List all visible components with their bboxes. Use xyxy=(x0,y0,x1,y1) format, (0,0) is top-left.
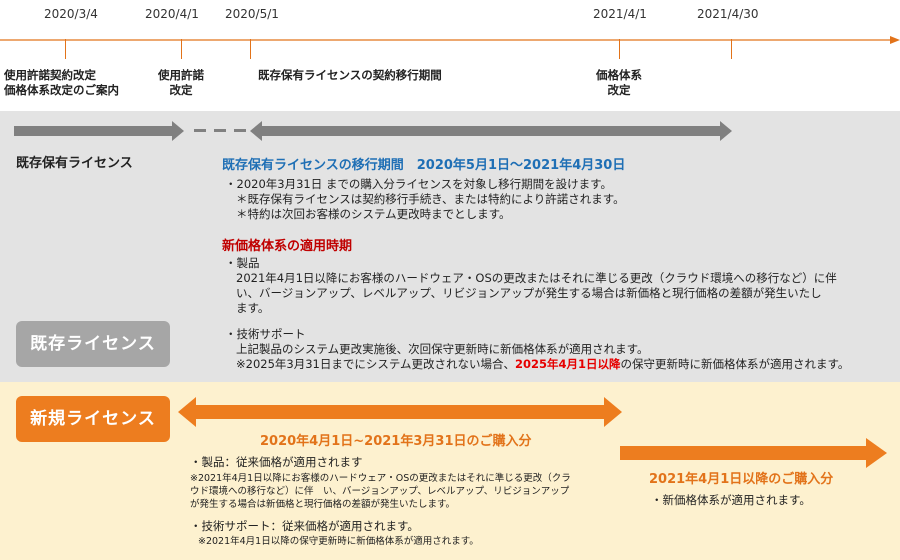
new-period2-arrow xyxy=(620,438,887,468)
new-support-note: ※2021年4月1日以降の保守更新時に新価格体系が適用されます。 xyxy=(198,536,479,547)
product-line: 2021年4月1日以降にお客様のハードウェア・OSの更改またはそれに準じる更改（… xyxy=(236,271,837,285)
existing-license-badge: 既存ライセンス xyxy=(16,321,170,367)
support-line: 上記製品のシステム更改実施後、次回保守更新時に新価格体系が適用されます。 xyxy=(236,342,649,356)
dash xyxy=(194,129,206,132)
support-deadline-line: ※2025年3月31日までにシステム更改されない場合、2025年4月1日以降の保… xyxy=(236,357,849,372)
period2-line: ・新価格体系が適用されます。 xyxy=(651,493,811,507)
existing-arrow-body xyxy=(14,126,172,136)
migration-period-double-arrow xyxy=(250,121,732,141)
support-deadline-pre: ※2025年3月31日までにシステム更改されない場合、 xyxy=(236,357,516,371)
new-support-title: ・技術サポート：従来価格が適用されます。 xyxy=(190,519,419,533)
period1-heading: 2020年4月1日~2021年3月31日のご購入分 xyxy=(260,434,532,449)
existing-arrow-head xyxy=(172,121,184,141)
new-product-title: ・製品：従来価格が適用されます xyxy=(190,455,363,469)
migration-line: ＊既存保有ライセンスは契約移行手続き、または特約により許諾されます。 xyxy=(236,192,625,206)
new-product-note: が発生する場合は新価格と現行価格の差額が発生いたします。 xyxy=(190,499,456,510)
product-title: ・製品 xyxy=(225,256,260,270)
support-deadline-post: の保守更新時に新価格体系が適用されます。 xyxy=(620,357,850,371)
support-deadline-highlight: 2025年4月1日以降 xyxy=(515,357,621,371)
period2-heading: 2021年4月1日以降のご購入分 xyxy=(649,472,834,487)
migration-heading: 既存保有ライセンスの移行期間 2020年5月1日～2021年4月30日 xyxy=(222,158,626,173)
new-license-badge: 新規ライセンス xyxy=(16,396,170,442)
product-line: い、バージョンアップ、レベルアップ、リビジョンアップが発生する場合は新価格と現行… xyxy=(236,286,822,300)
dash xyxy=(214,129,226,132)
dash xyxy=(234,129,246,132)
product-line: ます。 xyxy=(236,301,270,315)
support-title: ・技術サポート xyxy=(225,327,306,341)
pricing-heading: 新価格体系の適用時期 xyxy=(222,239,353,254)
migration-line: ・2020年3月31日 までの購入分ライセンスを対象し移行期間を設けます。 xyxy=(225,177,612,191)
new-product-note: ウド環境への移行など）に伴 い、バージョンアップ、レベルアップ、リビジョンアップ xyxy=(190,486,570,497)
existing-row-label: 既存保有ライセンス xyxy=(16,156,133,171)
new-product-note: ※2021年4月1日以降にお客様のハードウェア・OSの更改またはそれに準じる更改… xyxy=(190,473,571,484)
migration-line: ＊特約は次回お客様のシステム更改時までとします。 xyxy=(236,207,511,221)
new-period1-double-arrow xyxy=(178,397,622,427)
